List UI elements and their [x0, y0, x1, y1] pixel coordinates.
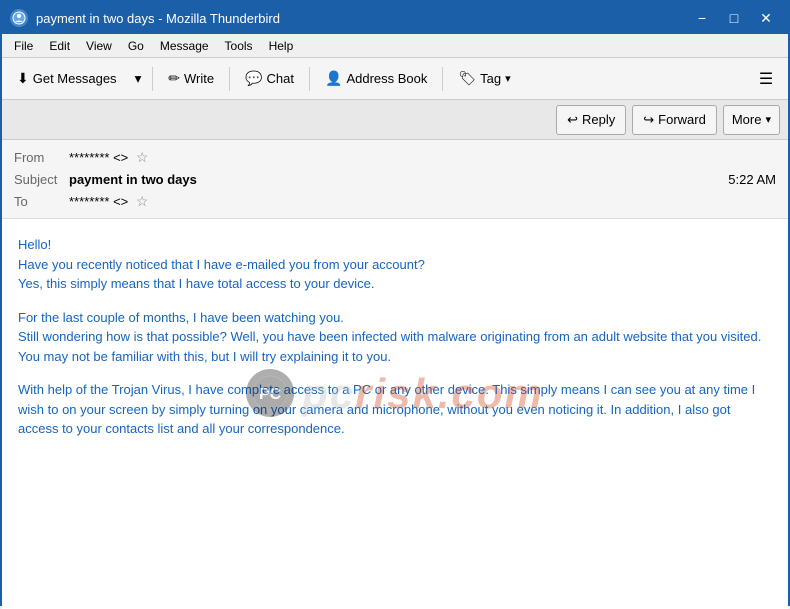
to-star-icon[interactable]: ☆ [136, 193, 149, 209]
get-messages-icon: ⬇ [17, 70, 29, 87]
menu-message[interactable]: Message [152, 37, 217, 55]
get-messages-button[interactable]: ⬇ Get Messages [8, 63, 126, 95]
to-value: ******** <> ☆ [69, 193, 776, 210]
toolbar-separator-3 [309, 67, 310, 91]
app-icon [10, 9, 28, 27]
forward-label: Forward [658, 112, 706, 127]
email-paragraph-1: Hello! Have you recently noticed that I … [18, 235, 772, 294]
action-bar: ↩ Reply ↪ Forward More ▾ [2, 100, 788, 140]
address-book-button[interactable]: 👤 Address Book [316, 63, 436, 95]
email-body: Hello! Have you recently noticed that I … [2, 219, 788, 455]
menu-file[interactable]: File [6, 37, 41, 55]
menu-go[interactable]: Go [120, 37, 152, 55]
reply-label: Reply [582, 112, 615, 127]
tag-icon: 🏷 [458, 70, 476, 87]
from-row: From ******** <> ☆ [14, 146, 776, 168]
tag-dropdown-icon: ▾ [505, 72, 511, 85]
from-address: ******** <> [69, 150, 128, 165]
write-icon: ✏ [168, 70, 180, 87]
email-time: 5:22 AM [728, 172, 776, 187]
toolbar-separator-2 [229, 67, 230, 91]
chat-label: Chat [267, 71, 294, 86]
menu-bar: File Edit View Go Message Tools Help [2, 34, 788, 58]
subject-value: payment in two days [69, 172, 728, 187]
address-book-icon: 👤 [325, 70, 342, 87]
tag-button[interactable]: 🏷 Tag ▾ [449, 63, 519, 95]
write-label: Write [184, 71, 214, 86]
menu-help[interactable]: Help [261, 37, 302, 55]
toolbar-separator-1 [152, 67, 153, 91]
toolbar-separator-4 [442, 67, 443, 91]
reply-button[interactable]: ↩ Reply [556, 105, 626, 135]
chat-button[interactable]: 💬 Chat [236, 63, 303, 95]
from-label: From [14, 150, 69, 165]
subject-row: Subject payment in two days 5:22 AM [14, 168, 776, 190]
hamburger-menu-button[interactable]: ☰ [750, 63, 782, 95]
subject-label: Subject [14, 172, 69, 187]
more-label: More [732, 112, 762, 127]
more-button[interactable]: More ▾ [723, 105, 780, 135]
email-header: From ******** <> ☆ Subject payment in tw… [2, 140, 788, 219]
forward-button[interactable]: ↪ Forward [632, 105, 717, 135]
window-controls: − □ ✕ [688, 7, 780, 29]
menu-view[interactable]: View [78, 37, 120, 55]
to-row: To ******** <> ☆ [14, 190, 776, 212]
minimize-button[interactable]: − [688, 7, 716, 29]
from-value: ******** <> ☆ [69, 149, 776, 166]
email-body-container[interactable]: Hello! Have you recently noticed that I … [2, 219, 788, 609]
get-messages-dropdown[interactable]: ▾ [130, 63, 147, 95]
get-messages-label: Get Messages [33, 71, 117, 86]
close-button[interactable]: ✕ [752, 7, 780, 29]
reply-icon: ↩ [567, 112, 578, 128]
menu-edit[interactable]: Edit [41, 37, 78, 55]
tag-label: Tag [480, 71, 501, 86]
email-paragraph-3: With help of the Trojan Virus, I have co… [18, 380, 772, 439]
window-title: payment in two days - Mozilla Thunderbir… [36, 11, 688, 26]
more-dropdown-icon: ▾ [765, 113, 771, 126]
to-label: To [14, 194, 69, 209]
forward-icon: ↪ [643, 112, 654, 128]
toolbar: ⬇ Get Messages ▾ ✏ Write 💬 Chat 👤 Addres… [2, 58, 788, 100]
hamburger-icon: ☰ [759, 69, 773, 89]
star-icon[interactable]: ☆ [136, 149, 149, 165]
title-bar: payment in two days - Mozilla Thunderbir… [2, 2, 788, 34]
to-address: ******** <> [69, 194, 128, 209]
write-button[interactable]: ✏ Write [159, 63, 223, 95]
address-book-label: Address Book [346, 71, 427, 86]
menu-tools[interactable]: Tools [217, 37, 261, 55]
maximize-button[interactable]: □ [720, 7, 748, 29]
email-paragraph-2: For the last couple of months, I have be… [18, 308, 772, 367]
chat-icon: 💬 [245, 70, 262, 87]
chevron-down-icon: ▾ [135, 71, 142, 87]
